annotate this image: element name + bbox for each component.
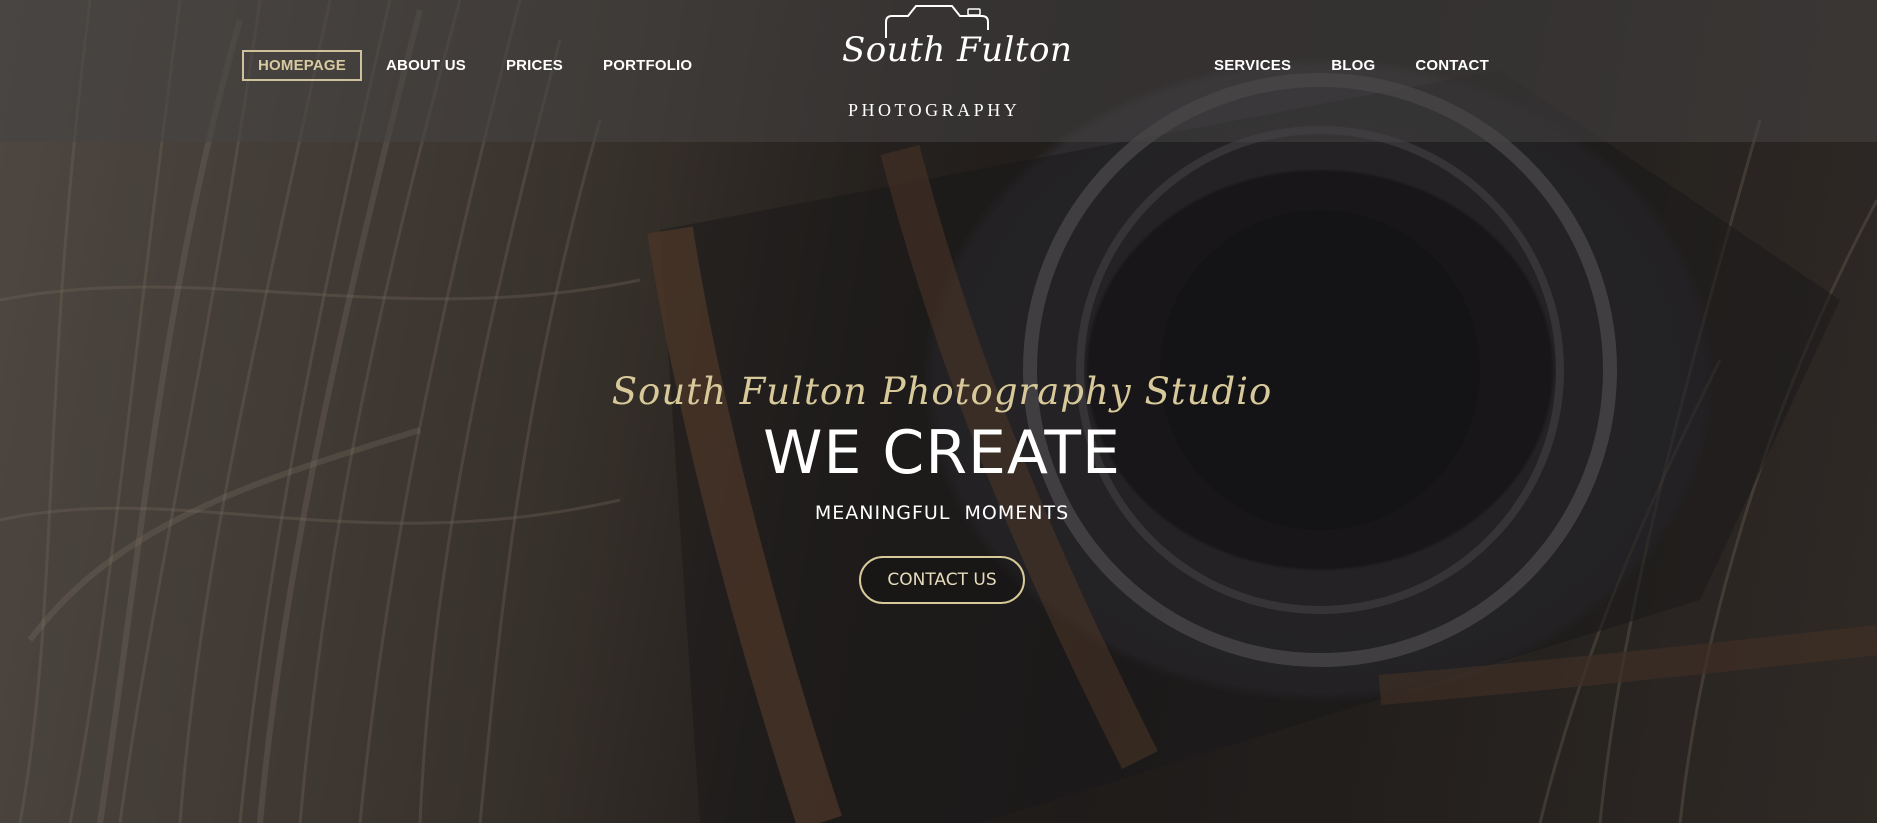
nav-item-portfolio[interactable]: PORTFOLIO [587, 50, 708, 81]
contact-us-button[interactable]: CONTACT US [859, 556, 1025, 605]
nav-item-services[interactable]: SERVICES [1198, 50, 1307, 81]
site-logo[interactable]: South Fulton PHOTOGRAPHY [838, 0, 1072, 130]
nav-item-prices[interactable]: PRICES [490, 50, 579, 81]
hero-subtitle: MEANINGFUL MOMENTS [814, 502, 1070, 525]
nav-left: HOMEPAGE ABOUT US PRICES PORTFOLIO [242, 50, 716, 81]
nav-right: SERVICES BLOG CONTACT [1198, 50, 1513, 81]
hero-script-heading: South Fulton Photography Studio [611, 370, 1273, 413]
logo-script-text: South Fulton [842, 30, 1073, 70]
site-header: HOMEPAGE ABOUT US PRICES PORTFOLIO South… [0, 0, 1877, 142]
hero-section: South Fulton Photography Studio WE CREAT… [0, 370, 1877, 605]
logo-subtitle: PHOTOGRAPHY [848, 100, 1021, 120]
nav-item-blog[interactable]: BLOG [1315, 50, 1391, 81]
nav-item-contact[interactable]: CONTACT [1399, 50, 1505, 81]
nav-item-about-us[interactable]: ABOUT US [370, 50, 482, 81]
nav-item-homepage[interactable]: HOMEPAGE [242, 50, 362, 81]
page: HOMEPAGE ABOUT US PRICES PORTFOLIO South… [0, 0, 1877, 823]
hero-title: WE CREATE [763, 418, 1121, 489]
